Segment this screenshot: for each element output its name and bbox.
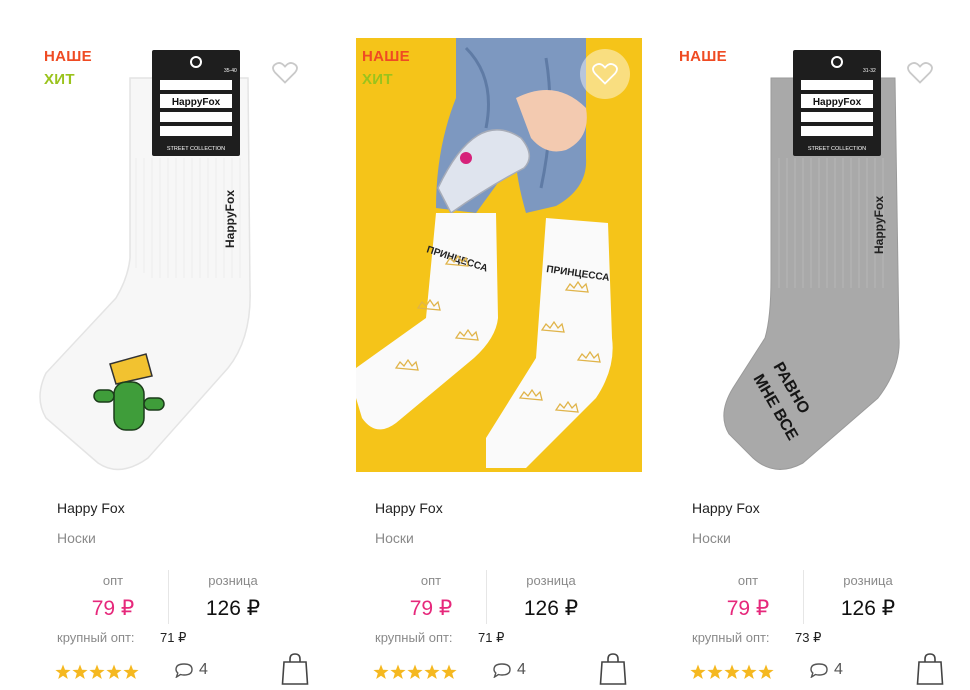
star-icon: [390, 664, 406, 679]
svg-text:31-32: 31-32: [863, 68, 876, 74]
bulk-price-label: крупный опт:: [57, 630, 135, 645]
comment-icon: [810, 663, 828, 678]
product-card[interactable]: HappyFox МНЕ ВСЕ РАВНО HappyFox STREET C…: [673, 38, 959, 690]
wholesale-price-label: опт: [737, 573, 759, 588]
star-icon: [72, 664, 88, 679]
retail-price-label: розница: [526, 573, 576, 588]
star-icon: [441, 664, 457, 679]
bulk-price: 73 ₽: [795, 630, 822, 645]
product-card[interactable]: HappyFox HappyFox STREET COLLECTION 35-4…: [38, 38, 324, 690]
star-icon: [55, 664, 71, 679]
star-icon: [758, 664, 774, 679]
product-brand[interactable]: Happy Fox: [375, 500, 443, 516]
badge-ours: НАШЕ: [362, 48, 410, 65]
rating-stars: [55, 664, 140, 680]
product-image[interactable]: HappyFox HappyFox STREET COLLECTION 35-4…: [38, 38, 324, 472]
add-to-cart-button[interactable]: [916, 652, 944, 686]
badge-group: НАШЕ ХИТ: [362, 45, 410, 91]
svg-text:HappyFox: HappyFox: [223, 190, 237, 248]
product-card[interactable]: ПРИНЦЕССА ПРИНЦЕССА НАШЕ ХИТ Happy Fox Н…: [356, 38, 642, 690]
price-divider: [803, 570, 804, 624]
wholesale-price: 79 ₽: [409, 597, 453, 620]
rating-stars: [373, 664, 458, 680]
reviews-count: 4: [517, 661, 526, 678]
product-image[interactable]: HappyFox МНЕ ВСЕ РАВНО HappyFox STREET C…: [673, 38, 959, 472]
product-brand[interactable]: Happy Fox: [692, 500, 760, 516]
reviews-count: 4: [834, 661, 843, 678]
wholesale-price: 79 ₽: [91, 597, 135, 620]
wholesale-price: 79 ₽: [726, 597, 770, 620]
comment-icon: [493, 663, 511, 678]
reviews-link[interactable]: 4: [175, 660, 208, 680]
favorite-button[interactable]: [903, 58, 937, 88]
retail-price: 126 ₽: [523, 597, 579, 620]
reviews-link[interactable]: 4: [493, 660, 526, 680]
bulk-price-label: крупный опт:: [692, 630, 770, 645]
add-to-cart-button[interactable]: [281, 652, 309, 686]
star-icon: [89, 664, 105, 679]
badge-hit: ХИТ: [362, 71, 393, 88]
product-brand[interactable]: Happy Fox: [57, 500, 125, 516]
comment-icon: [175, 663, 193, 678]
wholesale-price-label: опт: [420, 573, 442, 588]
rating-stars: [690, 664, 775, 680]
star-icon: [690, 664, 706, 679]
retail-price: 126 ₽: [205, 597, 261, 620]
reviews-link[interactable]: 4: [810, 660, 843, 680]
svg-text:STREET COLLECTION: STREET COLLECTION: [167, 146, 225, 152]
favorite-button[interactable]: [580, 49, 630, 99]
price-divider: [168, 570, 169, 624]
retail-price-label: розница: [843, 573, 893, 588]
product-type: Носки: [692, 530, 731, 546]
heart-icon: [907, 62, 933, 84]
star-icon: [123, 664, 139, 679]
star-icon: [741, 664, 757, 679]
svg-text:HappyFox: HappyFox: [872, 196, 886, 254]
retail-price: 126 ₽: [840, 597, 896, 620]
svg-text:STREET COLLECTION: STREET COLLECTION: [808, 146, 866, 152]
product-image[interactable]: ПРИНЦЕССА ПРИНЦЕССА НАШЕ ХИТ: [356, 38, 642, 472]
heart-icon: [272, 62, 298, 84]
shopping-bag-icon: [916, 653, 944, 685]
add-to-cart-button[interactable]: [599, 652, 627, 686]
badge-group: НАШЕ: [679, 45, 727, 68]
favorite-button[interactable]: [268, 58, 302, 88]
product-type: Носки: [375, 530, 414, 546]
badge-group: НАШЕ ХИТ: [44, 45, 92, 91]
shopping-bag-icon: [599, 653, 627, 685]
star-icon: [707, 664, 723, 679]
svg-text:35-40: 35-40: [224, 68, 237, 74]
price-divider: [486, 570, 487, 624]
bulk-price: 71 ₽: [160, 630, 187, 645]
badge-ours: НАШЕ: [44, 48, 92, 65]
shopping-bag-icon: [281, 653, 309, 685]
bulk-price: 71 ₽: [478, 630, 505, 645]
wholesale-price-label: опт: [102, 573, 124, 588]
svg-text:HappyFox: HappyFox: [172, 97, 221, 108]
star-icon: [424, 664, 440, 679]
svg-text:HappyFox: HappyFox: [813, 97, 862, 108]
badge-hit: ХИТ: [44, 71, 75, 88]
reviews-count: 4: [199, 661, 208, 678]
star-icon: [106, 664, 122, 679]
star-icon: [407, 664, 423, 679]
bulk-price-label: крупный опт:: [375, 630, 453, 645]
star-icon: [724, 664, 740, 679]
heart-icon: [592, 63, 618, 85]
badge-ours: НАШЕ: [679, 48, 727, 65]
product-type: Носки: [57, 530, 96, 546]
retail-price-label: розница: [208, 573, 258, 588]
star-icon: [373, 664, 389, 679]
